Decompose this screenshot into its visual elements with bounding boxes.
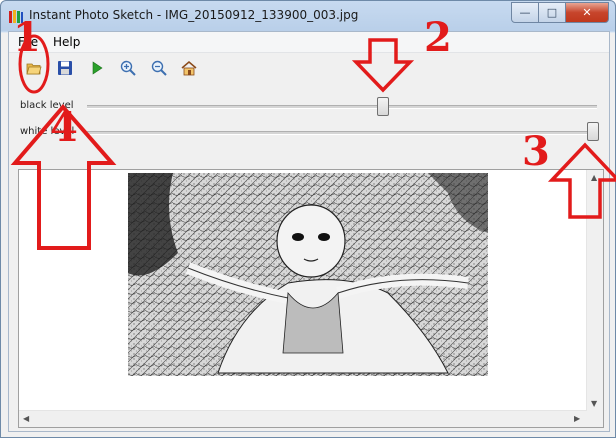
image-viewport: ▲ ▼ ◀ ▶: [18, 169, 604, 428]
annotation-3: 3: [522, 128, 550, 175]
floppy-disk-icon: [58, 61, 72, 75]
client-area: File Help black level white level ▲ ▼ ◀ …: [8, 31, 610, 432]
maximize-icon: □: [546, 6, 558, 19]
toolbar: [9, 53, 609, 83]
zoom-in-button[interactable]: [119, 59, 137, 77]
black-level-track[interactable]: [87, 105, 597, 109]
scroll-down-arrow-icon[interactable]: ▼: [591, 399, 597, 408]
run-button[interactable]: [88, 59, 106, 77]
maximize-button[interactable]: □: [539, 2, 566, 23]
menu-bar: File Help: [9, 32, 609, 53]
minimize-icon: —: [519, 6, 531, 19]
close-button[interactable]: ✕: [566, 2, 609, 23]
caption-buttons: — □ ✕: [511, 2, 609, 23]
horizontal-scrollbar[interactable]: ◀ ▶: [19, 410, 587, 427]
title-bar[interactable]: Instant Photo Sketch - IMG_20150912_1339…: [1, 1, 615, 31]
app-window: Instant Photo Sketch - IMG_20150912_1339…: [0, 0, 616, 438]
white-level-slider-thumb[interactable]: [587, 122, 599, 141]
annotation-1: 1: [13, 14, 41, 61]
scroll-left-arrow-icon[interactable]: ◀: [23, 414, 29, 423]
play-icon: [92, 61, 103, 75]
zoom-out-icon: [151, 60, 167, 76]
white-level-track[interactable]: [87, 131, 597, 135]
black-level-slider-thumb[interactable]: [377, 97, 389, 116]
annotation-4: 4: [50, 104, 78, 151]
zoom-out-button[interactable]: [150, 59, 168, 77]
menu-help[interactable]: Help: [53, 35, 80, 49]
zoom-in-icon: [120, 60, 136, 76]
folder-open-icon: [26, 63, 42, 75]
scroll-corner: [587, 411, 603, 427]
home-icon: [181, 61, 197, 76]
open-button[interactable]: [25, 59, 43, 77]
home-button[interactable]: [180, 59, 198, 77]
scroll-up-arrow-icon[interactable]: ▲: [591, 173, 597, 182]
vertical-scrollbar[interactable]: ▲ ▼: [586, 170, 603, 411]
close-icon: ✕: [582, 6, 592, 19]
minimize-button[interactable]: —: [511, 2, 539, 23]
save-button[interactable]: [56, 59, 74, 77]
annotation-2: 2: [424, 14, 452, 61]
scroll-right-arrow-icon[interactable]: ▶: [574, 414, 580, 423]
sketch-image: [128, 173, 488, 376]
window-title: Instant Photo Sketch - IMG_20150912_1339…: [29, 8, 359, 22]
